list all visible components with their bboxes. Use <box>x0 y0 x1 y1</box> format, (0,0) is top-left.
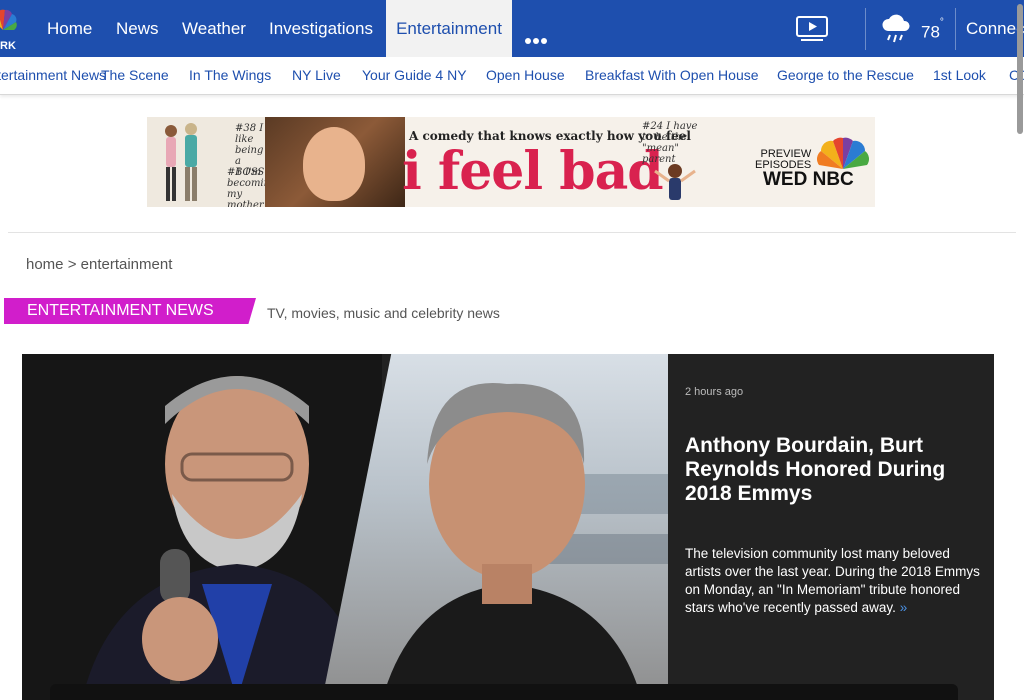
subnav-item-1st-look[interactable]: 1st Look <box>933 57 986 93</box>
subnav-item-entertainment-news[interactable]: Entertainment News <box>0 57 106 93</box>
ellipsis-icon[interactable] <box>525 31 549 49</box>
nbc-logo[interactable]: RK <box>0 0 26 57</box>
hero-caption-bar <box>50 684 958 700</box>
story-summary-text: The television community lost many belov… <box>685 546 980 615</box>
subnav-item-in-the-wings[interactable]: In The Wings <box>189 57 271 93</box>
hero-story[interactable]: 2 hours ago Anthony Bourdain, Burt Reyno… <box>22 354 994 700</box>
video-play-icon[interactable] <box>795 14 829 42</box>
ad-face-shape <box>303 127 365 201</box>
peacock-icon <box>817 137 869 169</box>
subnav-item-breakfast-open-house[interactable]: Breakfast With Open House <box>585 57 759 93</box>
top-navigation-bar: RK Home News Weather Investigations Ente… <box>0 0 1024 57</box>
portrait-illustration <box>22 354 382 700</box>
nav-item-weather[interactable]: Weather <box>182 0 246 57</box>
temperature-value: 78 <box>921 22 940 42</box>
subnav-item-open-house[interactable]: Open House <box>486 57 565 93</box>
nav-divider <box>955 8 956 50</box>
breadcrumb-current[interactable]: entertainment <box>81 256 173 273</box>
story-headline[interactable]: Anthony Bourdain, Burt Reynolds Honored … <box>685 434 975 506</box>
subnav-item-your-guide[interactable]: Your Guide 4 NY <box>362 57 467 93</box>
rain-cloud-icon <box>882 14 910 43</box>
subnav-item-ny-live[interactable]: NY Live <box>292 57 341 93</box>
nav-divider <box>865 8 866 50</box>
ad-headline: i feel bad <box>402 141 664 202</box>
page-scrollbar[interactable] <box>1016 0 1024 135</box>
ad-child-illustration <box>654 164 696 200</box>
read-more-icon[interactable]: » <box>900 600 908 615</box>
subnav-item-the-scene[interactable]: The Scene <box>101 57 169 93</box>
breadcrumb-separator: > <box>63 256 81 273</box>
ad-network: WED NBC <box>763 169 854 190</box>
breadcrumb-home[interactable]: home <box>26 256 64 273</box>
story-timestamp: 2 hours ago <box>685 386 744 398</box>
nav-item-news[interactable]: News <box>116 0 159 57</box>
nav-item-entertainment[interactable]: Entertainment <box>386 0 512 57</box>
ad-note: #24 I have to be the "mean" parent <box>642 121 698 165</box>
temperature-unit: ° <box>939 17 944 28</box>
section-tag: ENTERTAINMENT NEWS <box>4 298 256 324</box>
section-description: TV, movies, music and celebrity news <box>267 305 500 321</box>
peacock-icon <box>0 9 17 30</box>
logo-text: RK <box>0 40 16 52</box>
advertisement-banner[interactable]: #38 I like being a BOSS #1 I'm becoming … <box>147 117 875 207</box>
scrollbar-thumb[interactable] <box>1017 4 1023 134</box>
nav-item-investigations[interactable]: Investigations <box>269 0 373 57</box>
subnav-item-george-rescue[interactable]: George to the Rescue <box>777 57 914 93</box>
nav-item-home[interactable]: Home <box>47 0 92 57</box>
temperature-readout[interactable]: 78° <box>921 0 944 62</box>
sub-navigation-bar: Entertainment News The Scene In The Wing… <box>0 57 1024 95</box>
divider <box>8 232 1016 233</box>
hero-text-panel: 2 hours ago Anthony Bourdain, Burt Reyno… <box>668 354 994 700</box>
breadcrumb: home > entertainment <box>26 256 172 273</box>
story-summary: The television community lost many belov… <box>685 545 980 617</box>
ad-photo <box>265 117 405 207</box>
hero-photo-left <box>22 354 382 700</box>
ad-preview-text: PREVIEW EPISODES <box>755 149 811 171</box>
